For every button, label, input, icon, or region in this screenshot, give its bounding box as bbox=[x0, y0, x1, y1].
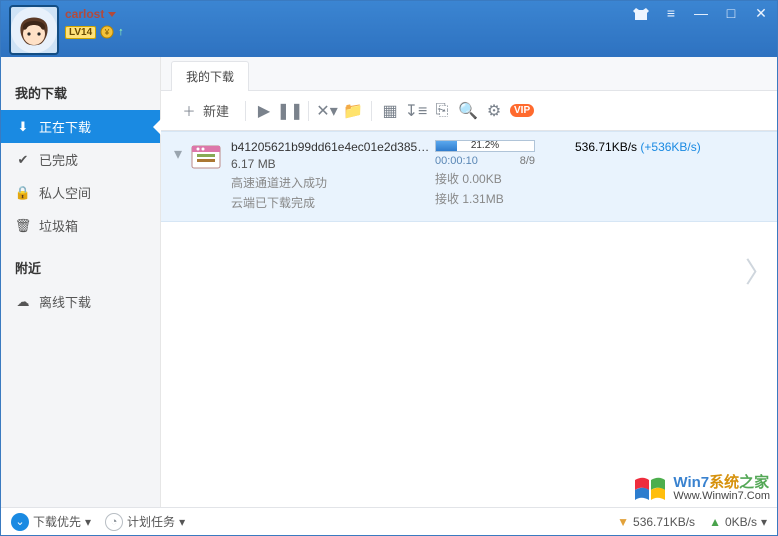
down-speed[interactable]: ▼ 536.71KB/s bbox=[617, 515, 695, 529]
maximize-icon[interactable]: □ bbox=[721, 5, 741, 21]
sidebar-item-private[interactable]: 🔒 私人空间 bbox=[1, 176, 160, 209]
file-type-icon bbox=[189, 140, 223, 174]
progress-block: 21.2% 00:00:10 8/9 接收 0.00KB 接收 1.31MB bbox=[435, 140, 565, 207]
menu-icon[interactable]: ≡ bbox=[661, 5, 681, 21]
status-line-1: 高速通道进入成功 bbox=[231, 174, 431, 191]
speed-bonus: (+536KB/s) bbox=[640, 140, 700, 154]
priority-icon: ⌄ bbox=[11, 513, 29, 531]
sidebar-section-downloads: 我的下载 bbox=[1, 77, 160, 110]
title-bar: carlost LV14 ¥ ↑ ≡ — □ ✕ bbox=[1, 1, 777, 57]
toolbar: ＋ 新建 ▶ ❚❚ ✕▾ 📁 ▦ ↧≡ ⎘ 🔍 ⚙ VIP bbox=[161, 91, 777, 131]
caret-icon: ▾ bbox=[179, 515, 185, 529]
caret-icon: ▾ bbox=[761, 515, 767, 529]
rename-icon[interactable]: ⎘ bbox=[432, 101, 452, 121]
tab-bar: 我的下载 bbox=[161, 57, 777, 91]
user-block: carlost LV14 ¥ ↑ bbox=[65, 7, 124, 39]
close-icon[interactable]: ✕ bbox=[751, 5, 771, 21]
sidebar: 我的下载 ⬇ 正在下载 ✔ 已完成 🔒 私人空间 🗑 垃圾箱 附近 ☁ 离线下载 bbox=[1, 57, 161, 507]
progress-bar: 21.2% bbox=[435, 140, 535, 152]
file-size: 6.17 MB bbox=[231, 157, 431, 171]
separator bbox=[308, 101, 309, 121]
recv2-value: 1.31MB bbox=[462, 192, 503, 206]
file-name: b41205621b99dd61e4ec01e2d3857… bbox=[231, 140, 431, 154]
file-info: b41205621b99dd61e4ec01e2d3857… 6.17 MB 高… bbox=[231, 140, 431, 211]
download-list: ▾ b41205621b99dd61e4ec01e2d3857… 6.17 MB… bbox=[161, 131, 777, 507]
grid-view-icon[interactable]: ▦ bbox=[380, 101, 400, 121]
up-arrow-icon: ▲ bbox=[709, 515, 721, 529]
schedule-button[interactable]: ◔ 计划任务 ▾ bbox=[105, 513, 185, 531]
sidebar-item-trash[interactable]: 🗑 垃圾箱 bbox=[1, 209, 160, 242]
vip-badge[interactable]: VIP bbox=[510, 104, 534, 117]
svg-text:¥: ¥ bbox=[104, 28, 110, 37]
settings-icon[interactable]: ⚙ bbox=[484, 101, 504, 121]
trash-icon: 🗑 bbox=[15, 218, 31, 234]
sidebar-item-label: 垃圾箱 bbox=[39, 216, 78, 235]
delete-icon[interactable]: ✕▾ bbox=[317, 101, 337, 121]
speed-block: 536.71KB/s (+536KB/s) bbox=[575, 140, 725, 154]
username[interactable]: carlost bbox=[65, 7, 104, 21]
minimize-icon[interactable]: — bbox=[691, 5, 711, 21]
recv1-label: 接收 bbox=[435, 172, 459, 186]
sidebar-item-label: 离线下载 bbox=[39, 292, 91, 311]
wm-part-c: 之家 bbox=[739, 474, 769, 491]
wm-url: Www.Winwin7.Com bbox=[673, 491, 770, 503]
wm-part-b: 系统 bbox=[709, 474, 739, 491]
recv2-label: 接收 bbox=[435, 192, 459, 206]
download-row[interactable]: ▾ b41205621b99dd61e4ec01e2d3857… 6.17 MB… bbox=[161, 131, 777, 222]
status-bar: ⌄ 下载优先 ▾ ◔ 计划任务 ▾ ▼ 536.71KB/s ▲ 0KB/s ▾ bbox=[1, 507, 777, 535]
up-speed-value: 0KB/s bbox=[725, 515, 757, 529]
sidebar-item-downloading[interactable]: ⬇ 正在下载 bbox=[1, 110, 160, 143]
sort-icon[interactable]: ↧≡ bbox=[406, 101, 426, 121]
sources-count: 8/9 bbox=[520, 155, 535, 167]
caret-icon: ▾ bbox=[85, 515, 91, 529]
cloud-icon: ☁ bbox=[15, 294, 31, 310]
up-speed[interactable]: ▲ 0KB/s ▾ bbox=[709, 515, 767, 529]
priority-button[interactable]: ⌄ 下载优先 ▾ bbox=[11, 513, 91, 531]
sidebar-section-nearby: 附近 bbox=[1, 252, 160, 285]
down-arrow-icon: ▼ bbox=[617, 515, 629, 529]
coin-icon: ¥ bbox=[100, 25, 114, 39]
progress-percent: 21.2% bbox=[436, 141, 534, 151]
clock-icon: ◔ bbox=[105, 513, 123, 531]
row-expand-icon[interactable]: ▾ bbox=[167, 140, 189, 164]
check-icon: ✔ bbox=[15, 152, 31, 168]
app-window: carlost LV14 ¥ ↑ ≡ — □ ✕ 我的下载 ⬇ 正在下载 bbox=[0, 0, 778, 536]
sidebar-item-label: 已完成 bbox=[39, 150, 78, 169]
tab-my-downloads[interactable]: 我的下载 bbox=[171, 61, 249, 91]
separator bbox=[371, 101, 372, 121]
windows-logo-icon bbox=[633, 472, 667, 506]
play-icon[interactable]: ▶ bbox=[254, 101, 274, 121]
folder-icon[interactable]: 📁 bbox=[343, 101, 363, 121]
pause-icon[interactable]: ❚❚ bbox=[280, 101, 300, 121]
new-task-label: 新建 bbox=[203, 101, 229, 120]
search-icon[interactable]: 🔍 bbox=[458, 101, 478, 121]
separator bbox=[245, 101, 246, 121]
skin-icon[interactable] bbox=[631, 5, 651, 21]
sidebar-item-offline[interactable]: ☁ 离线下载 bbox=[1, 285, 160, 318]
sidebar-item-completed[interactable]: ✔ 已完成 bbox=[1, 143, 160, 176]
wm-part-a: Win7 bbox=[673, 474, 709, 491]
download-icon: ⬇ bbox=[15, 119, 31, 135]
window-controls: ≡ — □ ✕ bbox=[631, 5, 771, 21]
avatar[interactable] bbox=[9, 5, 59, 55]
level-badge: LV14 bbox=[65, 26, 96, 39]
priority-label: 下载优先 bbox=[33, 513, 81, 530]
recv1-value: 0.00KB bbox=[462, 172, 501, 186]
new-task-button[interactable]: ＋ 新建 bbox=[171, 97, 237, 125]
level-up-icon: ↑ bbox=[118, 26, 124, 38]
watermark: Win7系统之家 Www.Winwin7.Com bbox=[633, 472, 770, 506]
main: 我的下载 ＋ 新建 ▶ ❚❚ ✕▾ 📁 ▦ ↧≡ ⎘ 🔍 ⚙ VIP bbox=[161, 57, 777, 507]
row-detail-chevron-icon[interactable]: 〉 bbox=[745, 251, 773, 291]
sidebar-item-label: 正在下载 bbox=[39, 117, 91, 136]
user-menu-caret-icon[interactable] bbox=[108, 12, 116, 17]
down-speed-value: 536.71KB/s bbox=[633, 515, 695, 529]
plus-icon: ＋ bbox=[179, 101, 199, 121]
lock-icon: 🔒 bbox=[15, 185, 31, 201]
schedule-label: 计划任务 bbox=[127, 513, 175, 530]
elapsed-time: 00:00:10 bbox=[435, 155, 478, 167]
speed-value: 536.71KB/s bbox=[575, 140, 637, 154]
status-line-2: 云端已下载完成 bbox=[231, 194, 431, 211]
sidebar-item-label: 私人空间 bbox=[39, 183, 91, 202]
body: 我的下载 ⬇ 正在下载 ✔ 已完成 🔒 私人空间 🗑 垃圾箱 附近 ☁ 离线下载 bbox=[1, 57, 777, 507]
